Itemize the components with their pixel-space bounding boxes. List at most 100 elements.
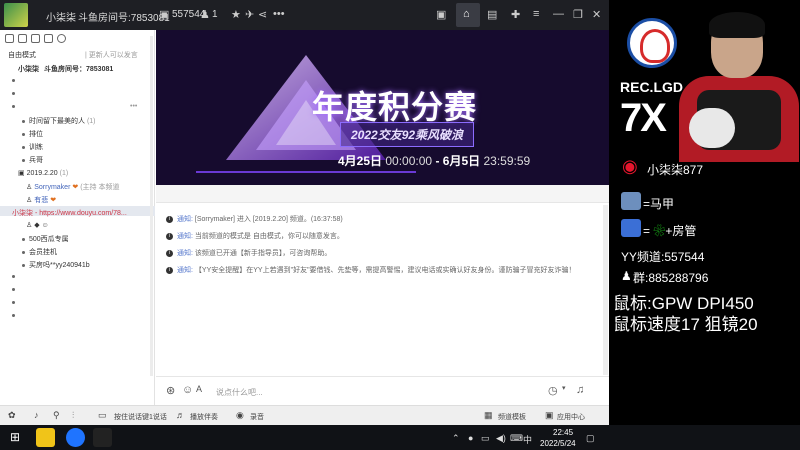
- team-logo: [627, 18, 677, 68]
- tree-bullet[interactable]: [12, 299, 19, 306]
- game-icon[interactable]: ✚: [511, 8, 520, 21]
- template-icon[interactable]: ▦: [484, 410, 493, 421]
- music-button[interactable]: 播放伴奏: [190, 412, 218, 422]
- chat-input-bar: ⊛ ☺ A 说点什么吧... ◷ ▾ ♫: [156, 376, 609, 404]
- yy-client-window: 小柒柒 斗鱼房间号:7853081 ▣ 557544 ♟ 1 ★ ✈ ⋖ •••…: [0, 0, 609, 425]
- user-entry[interactable]: ♙ 有悲 ❤: [26, 195, 56, 205]
- home-icon: ⌂: [463, 8, 470, 20]
- bottom-toolbar: ✿ ♪ ⚲ ⫶ ▭ 按住说话键1说话 ♬ 播放伴奏 ◉ 录音 ▦ 频道模板 ▣ …: [0, 405, 609, 425]
- music-icon[interactable]: ♬: [176, 410, 185, 420]
- browser-app-icon[interactable]: [66, 428, 85, 447]
- network-icon[interactable]: ▭: [481, 433, 490, 444]
- menu-icon[interactable]: ≡: [533, 8, 539, 20]
- chat-input[interactable]: 说点什么吧...: [216, 387, 263, 398]
- chat-icon[interactable]: [31, 34, 40, 43]
- clock-time[interactable]: 22:45: [553, 428, 573, 437]
- tree-bullet[interactable]: [12, 77, 19, 84]
- date-channel[interactable]: ▣ 2019.2.20 (1): [18, 169, 68, 177]
- user-icon[interactable]: [5, 34, 14, 43]
- clock-date[interactable]: 2022/5/24: [540, 439, 576, 448]
- chat-scrollbar[interactable]: [603, 205, 608, 375]
- admin-line: = ❀+房管: [643, 224, 697, 238]
- obs-app-icon[interactable]: [93, 428, 112, 447]
- tree-bullet[interactable]: [12, 312, 19, 319]
- record-button[interactable]: 录音: [250, 412, 264, 422]
- equalizer-icon[interactable]: ⫶: [72, 410, 74, 421]
- qq-group: 群:885288796: [633, 271, 709, 285]
- member-count: 1: [212, 9, 218, 20]
- restore-icon[interactable]: ❐: [573, 8, 583, 21]
- notification-icon[interactable]: ▢: [586, 433, 595, 444]
- volume-icon[interactable]: ◀): [496, 433, 506, 444]
- banner-divider: [156, 185, 609, 203]
- app-center-icon[interactable]: ▣: [545, 410, 554, 421]
- windows-start-icon[interactable]: ⊞: [10, 430, 20, 444]
- chat-message: i 通知: 当前频道的模式是 自由模式，你可以随意发言。: [166, 231, 344, 241]
- member-icon[interactable]: ♟: [200, 8, 210, 21]
- yy-channel: YY频道:557544: [621, 250, 705, 264]
- highlight-entry[interactable]: 小柒柒 - https://www.douyu.com/78...: [12, 208, 127, 218]
- list-icon[interactable]: [18, 34, 27, 43]
- text-format-icon[interactable]: A: [196, 384, 202, 394]
- sub-entry[interactable]: 会员挂机: [22, 247, 57, 257]
- channel-avatar[interactable]: [4, 3, 28, 27]
- rocket-badge-icon: [621, 219, 641, 237]
- tray-mic-icon[interactable]: ●: [468, 433, 473, 443]
- sub-icons: ♙ ◆ ☺: [26, 222, 49, 229]
- minimize-icon[interactable]: —: [553, 8, 564, 20]
- member-list-panel: 自由模式 | 更新人可以发言 小柒柒 斗鱼房间号：7853081 ••• 时间留…: [0, 30, 155, 405]
- news-icon[interactable]: ▤: [487, 8, 497, 21]
- user-entry[interactable]: ♙ Sorrymaker ❤ (主持 本频道: [26, 182, 120, 192]
- speaker-icon[interactable]: ♪: [34, 410, 39, 420]
- yy-app-icon[interactable]: [36, 428, 55, 447]
- record-icon[interactable]: ◉: [236, 410, 244, 421]
- sub-entry[interactable]: 买房吗**yy240941b: [22, 260, 90, 270]
- tree-item[interactable]: 时间留下最美的人 (1): [22, 116, 96, 126]
- emoji-icon[interactable]: ☺: [182, 384, 193, 396]
- sub-entry[interactable]: 500西瓜专属: [22, 234, 69, 244]
- chat-message: i 通知: 【YY安全提醒】在YY上若遇到"好友"要借钱、先垫等，需提高警惕，建议…: [166, 265, 601, 275]
- microphone-icon[interactable]: ⚲: [53, 410, 60, 421]
- gamepad-icon[interactable]: ⊛: [166, 384, 175, 397]
- event-banner[interactable]: 年度积分赛 2022交友92乘风破浪 4月25日 00:00:00 - 6月5日…: [156, 30, 609, 185]
- tree-item[interactable]: 排位: [22, 129, 43, 139]
- id-badge-icon: ▣: [159, 9, 170, 21]
- grid-icon[interactable]: [44, 34, 53, 43]
- template-button[interactable]: 频道模板: [498, 412, 526, 422]
- mic-icon[interactable]: ♫: [576, 384, 584, 396]
- stream-overlay: REC.LGD 7X ◉ 小柒柒877 =马甲 = ❀+房管 YY频道:5575…: [609, 0, 800, 425]
- vest-line: =马甲: [643, 197, 675, 211]
- tree-bullet[interactable]: [12, 286, 19, 293]
- tree-item[interactable]: 训练: [22, 142, 43, 152]
- clock-icon[interactable]: ◷: [548, 384, 558, 397]
- settings-icon[interactable]: ✿: [8, 410, 16, 421]
- search-icon[interactable]: [57, 34, 66, 43]
- app-center-button[interactable]: 应用中心: [557, 412, 585, 422]
- video-icon[interactable]: ▣: [436, 8, 446, 21]
- list-scrollbar[interactable]: [150, 36, 153, 376]
- close-icon[interactable]: ✕: [592, 8, 601, 21]
- ime-indicator[interactable]: 中: [523, 433, 532, 446]
- weibo-icon: ◉: [622, 156, 638, 176]
- chat-message: i 通知: [Sorrymaker] 进入 [2019.2.20] 频道。(16:…: [166, 214, 343, 224]
- more-icon[interactable]: •••: [273, 8, 285, 20]
- tree-bullet[interactable]: [12, 90, 19, 97]
- tree-bullet[interactable]: [12, 103, 19, 110]
- team-name: REC.LGD: [620, 79, 683, 95]
- dropdown-icon[interactable]: ▾: [562, 384, 566, 392]
- tree-bullet[interactable]: [12, 273, 19, 280]
- player-id: 7X: [620, 96, 667, 140]
- share-icon[interactable]: ⋖: [258, 8, 267, 21]
- tray-chevron-icon[interactable]: ⌃: [452, 433, 460, 444]
- keyboard-icon[interactable]: ▭: [98, 410, 107, 421]
- banner-subtitle: 2022交友92乘风破浪: [340, 122, 475, 147]
- keyboard-tray-icon[interactable]: ⌨: [510, 433, 523, 444]
- title-bar: 小柒柒 斗鱼房间号:7853081 ▣ 557544 ♟ 1 ★ ✈ ⋖ •••…: [0, 0, 609, 30]
- favorite-icon[interactable]: ★: [231, 8, 241, 21]
- channel-root[interactable]: 小柒柒: [18, 64, 39, 74]
- mouse-speed: 鼠标速度17 狙镜20: [613, 315, 758, 334]
- mic-mode-button[interactable]: 按住说话键1说话: [114, 412, 167, 422]
- taskbar: ⊞ ⌃ ● ▭ ◀) ⌨ 中 22:45 2022/5/24 ▢: [0, 425, 800, 450]
- tree-item[interactable]: 兵哥: [22, 155, 43, 165]
- plane-icon[interactable]: ✈: [245, 8, 254, 21]
